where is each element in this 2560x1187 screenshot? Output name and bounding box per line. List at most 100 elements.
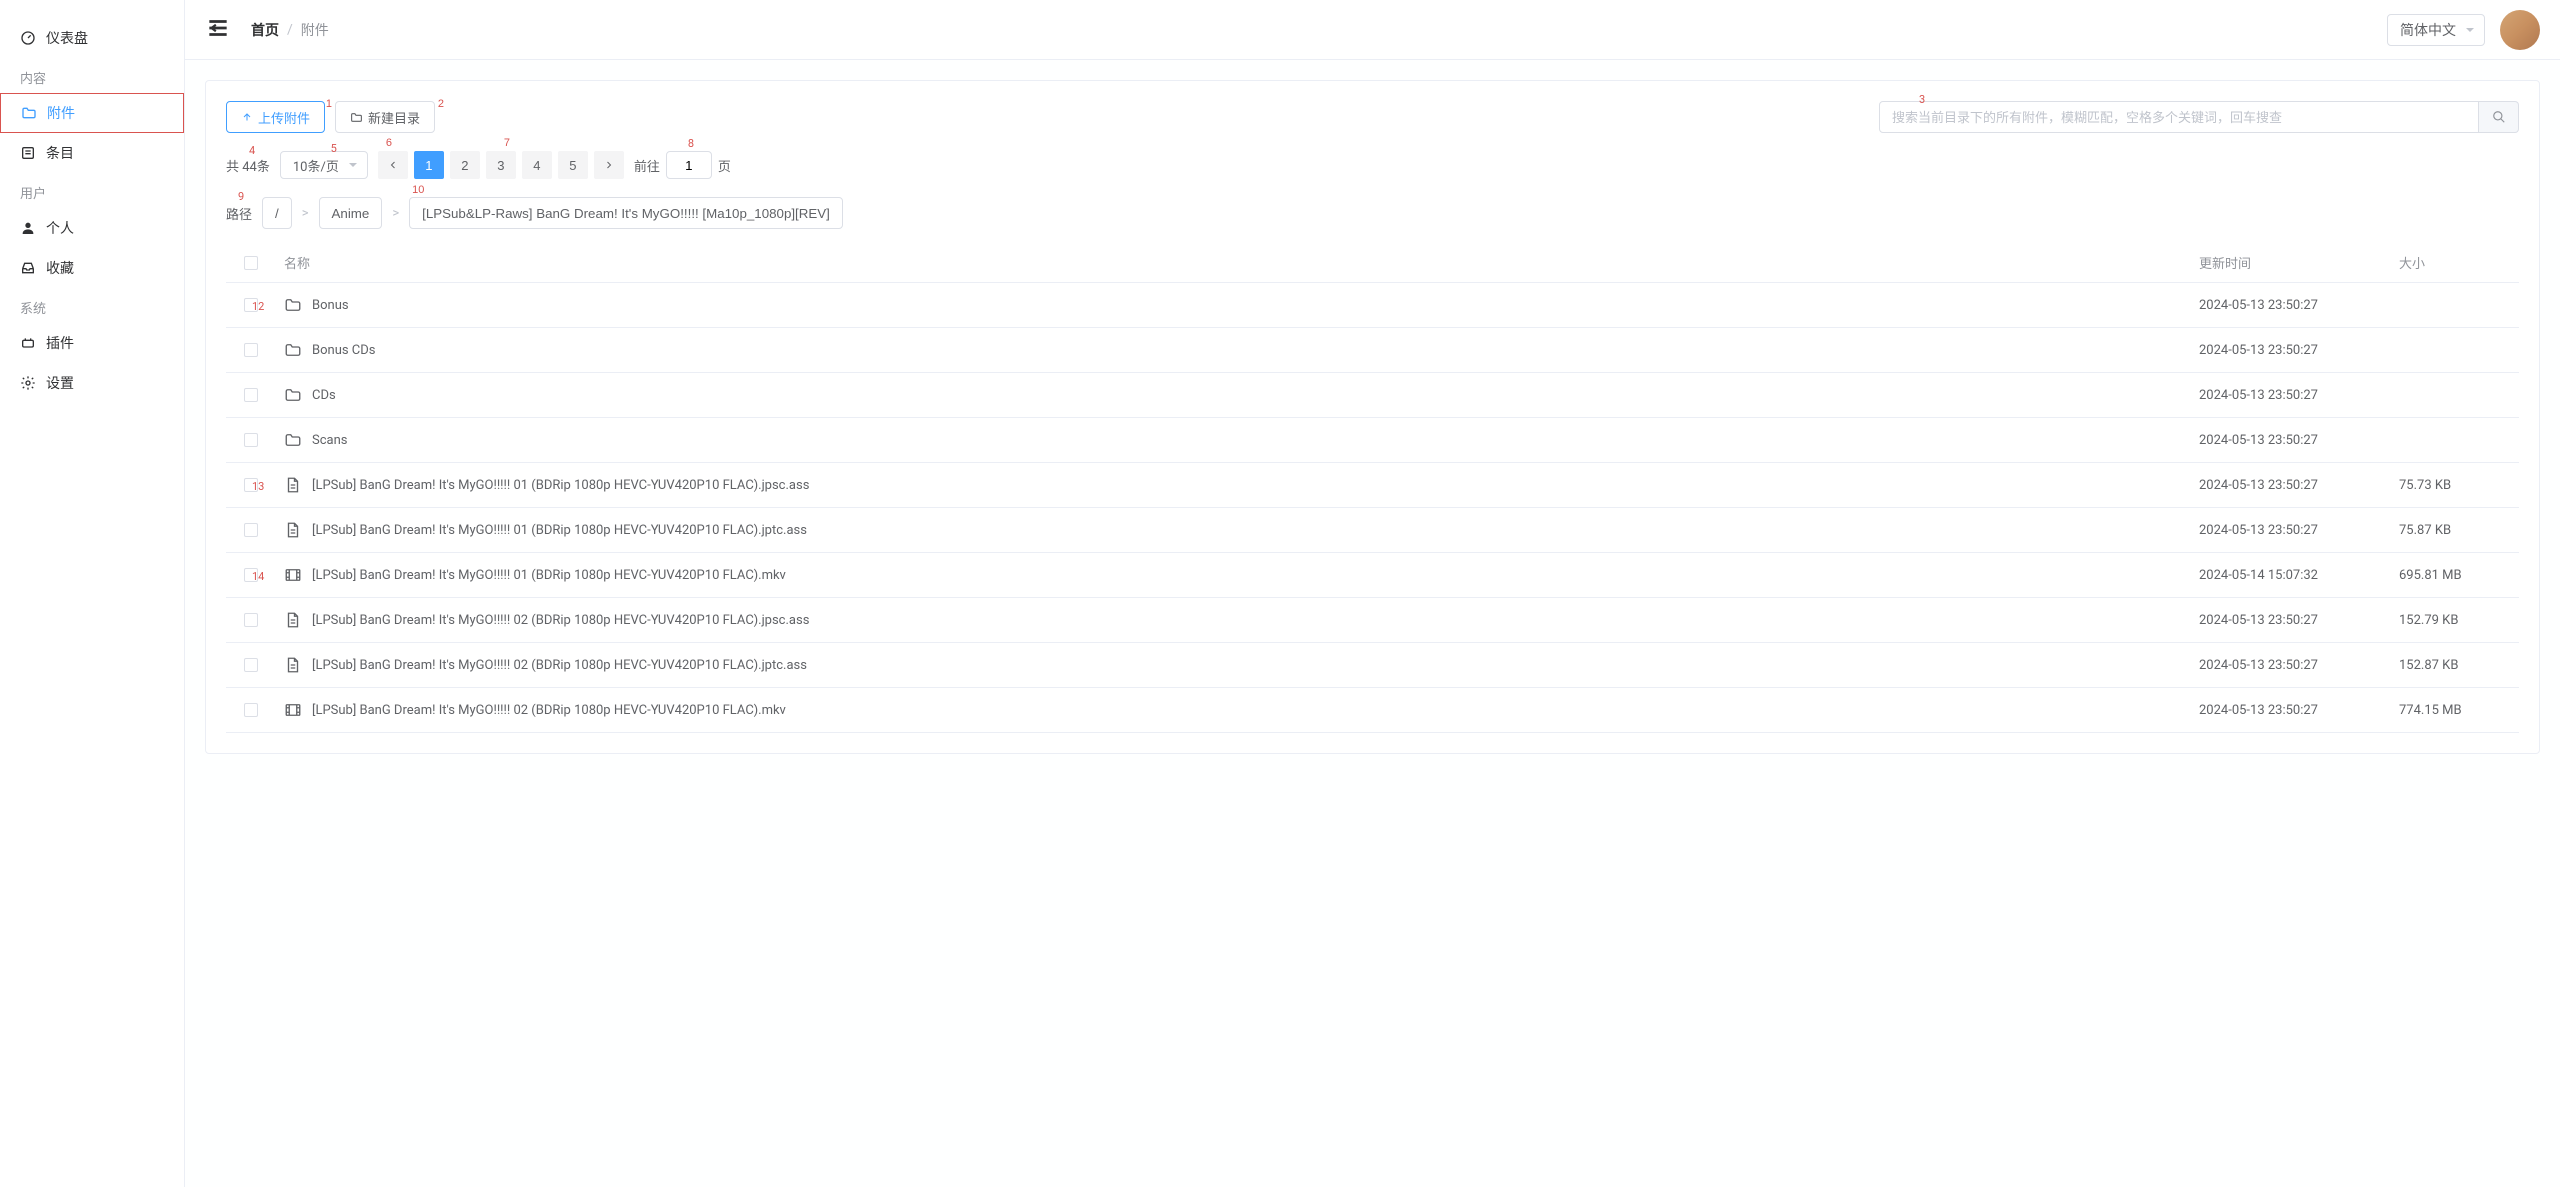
upload-button[interactable]: 上传附件 1 xyxy=(226,101,325,133)
search-input[interactable] xyxy=(1879,101,2479,133)
path-label: 路径 9 xyxy=(226,204,252,223)
table-body: 12 Bonus 2024-05-13 23:50:27 Bonus CDs 2… xyxy=(226,283,2519,733)
row-checkbox[interactable] xyxy=(244,433,258,447)
file-name: Bonus xyxy=(312,298,349,313)
file-updated: 2024-05-13 23:50:27 xyxy=(2199,478,2399,493)
annotation-5: 5 xyxy=(331,142,337,155)
file-size: 152.87 KB xyxy=(2399,658,2519,673)
sidebar-item-attachments[interactable]: 附件 xyxy=(0,93,184,133)
folder-icon xyxy=(21,105,37,121)
sidebar-item-favorites[interactable]: 收藏 xyxy=(0,248,184,288)
table-row[interactable]: [LPSub] BanG Dream! It's MyGO!!!!! 01 (B… xyxy=(226,508,2519,553)
file-name: [LPSub] BanG Dream! It's MyGO!!!!! 02 (B… xyxy=(312,613,809,628)
file-name: CDs xyxy=(312,388,336,403)
content-wrapper: 上传附件 1 新建目录 2 3 共 xyxy=(185,60,2560,1187)
user-icon xyxy=(20,220,36,236)
crumb-current[interactable]: [LPSub&LP-Raws] BanG Dream! It's MyGO!!!… xyxy=(409,197,843,229)
plugin-icon xyxy=(20,335,36,351)
folder-plus-icon xyxy=(350,111,363,124)
pager-page-4[interactable]: 4 xyxy=(522,151,552,179)
collapse-toggle[interactable] xyxy=(205,15,231,45)
pager-prev[interactable]: 6 xyxy=(378,151,408,179)
file-name: [LPSub] BanG Dream! It's MyGO!!!!! 01 (B… xyxy=(312,568,786,583)
row-checkbox[interactable] xyxy=(244,388,258,402)
gear-icon xyxy=(20,375,36,391)
pager-page-3[interactable]: 37 xyxy=(486,151,516,179)
table-row[interactable]: Bonus CDs 2024-05-13 23:50:27 xyxy=(226,328,2519,373)
file-name: [LPSub] BanG Dream! It's MyGO!!!!! 01 (B… xyxy=(312,478,809,493)
chevron-right-icon xyxy=(603,159,615,171)
file-table: 名称 更新时间 大小 12 Bonus 2024-05-13 23:50:27 … xyxy=(226,243,2519,733)
table-row[interactable]: CDs 2024-05-13 23:50:27 xyxy=(226,373,2519,418)
table-row[interactable]: Scans 2024-05-13 23:50:27 xyxy=(226,418,2519,463)
file-name: Bonus CDs xyxy=(312,343,376,358)
chevron-left-icon xyxy=(387,159,399,171)
file-size: 774.15 MB xyxy=(2399,703,2519,718)
crumb-root[interactable]: / xyxy=(262,197,292,229)
sidebar-group-content: 内容 xyxy=(0,58,184,93)
pager-page-5[interactable]: 5 xyxy=(558,151,588,179)
select-all-checkbox[interactable] xyxy=(244,256,258,270)
annotation-10: 10 xyxy=(412,184,424,196)
breadcrumb-top: 首页 / 附件 xyxy=(251,20,329,40)
annotation-6: 6 xyxy=(386,137,392,149)
hamburger-collapse-icon xyxy=(205,15,231,41)
header: 首页 / 附件 简体中文 xyxy=(185,0,2560,60)
row-checkbox[interactable] xyxy=(244,568,258,582)
goto: 前往 8 页 xyxy=(634,151,731,179)
upload-icon xyxy=(241,111,253,123)
goto-suffix: 页 xyxy=(718,156,731,175)
row-checkbox[interactable] xyxy=(244,613,258,627)
col-size-header[interactable]: 大小 xyxy=(2399,253,2519,272)
file-size: 75.87 KB xyxy=(2399,523,2519,538)
table-row[interactable]: 14 [LPSub] BanG Dream! It's MyGO!!!!! 01… xyxy=(226,553,2519,598)
language-select[interactable]: 简体中文 xyxy=(2387,14,2485,46)
table-row[interactable]: 12 Bonus 2024-05-13 23:50:27 xyxy=(226,283,2519,328)
table-row[interactable]: [LPSub] BanG Dream! It's MyGO!!!!! 02 (B… xyxy=(226,643,2519,688)
goto-input[interactable] xyxy=(666,151,712,179)
crumb-anime[interactable]: Anime xyxy=(319,197,383,229)
pager-next[interactable] xyxy=(594,151,624,179)
sidebar-label: 设置 xyxy=(46,373,74,393)
sidebar-item-entries[interactable]: 条目 xyxy=(0,133,184,173)
sidebar-item-plugins[interactable]: 插件 xyxy=(0,323,184,363)
dashboard-icon xyxy=(20,30,36,46)
sidebar-item-dashboard[interactable]: 仪表盘 xyxy=(0,18,184,58)
row-checkbox[interactable] xyxy=(244,478,258,492)
file-name: [LPSub] BanG Dream! It's MyGO!!!!! 02 (B… xyxy=(312,703,786,718)
file-updated: 2024-05-13 23:50:27 xyxy=(2199,703,2399,718)
folder-icon xyxy=(284,431,302,449)
page-size-select[interactable]: 10条/页 5 xyxy=(280,151,368,179)
row-checkbox[interactable] xyxy=(244,343,258,357)
mkdir-button[interactable]: 新建目录 2 xyxy=(335,101,435,133)
avatar[interactable] xyxy=(2500,10,2540,50)
breadcrumb-home[interactable]: 首页 xyxy=(251,20,279,40)
table-row[interactable]: 13 [LPSub] BanG Dream! It's MyGO!!!!! 01… xyxy=(226,463,2519,508)
file-updated: 2024-05-13 23:50:27 xyxy=(2199,523,2399,538)
col-name-header[interactable]: 名称 xyxy=(276,253,2199,272)
mkdir-label: 新建目录 xyxy=(368,108,420,127)
row-checkbox[interactable] xyxy=(244,703,258,717)
sidebar-item-settings[interactable]: 设置 xyxy=(0,363,184,403)
folder-icon xyxy=(284,296,302,314)
table-row[interactable]: [LPSub] BanG Dream! It's MyGO!!!!! 02 (B… xyxy=(226,598,2519,643)
sidebar-label: 附件 xyxy=(47,103,75,123)
pager-page-1[interactable]: 1 xyxy=(414,151,444,179)
annotation-8: 8 xyxy=(688,137,694,150)
col-updated-header[interactable]: 更新时间 xyxy=(2199,253,2399,272)
file-name: Scans xyxy=(312,433,347,448)
file-icon xyxy=(284,611,302,629)
file-updated: 2024-05-13 23:50:27 xyxy=(2199,343,2399,358)
row-checkbox[interactable] xyxy=(244,523,258,537)
row-checkbox[interactable] xyxy=(244,658,258,672)
sidebar-label: 插件 xyxy=(46,333,74,353)
pager: 6 1 2 37 4 5 xyxy=(378,151,624,179)
table-row[interactable]: [LPSub] BanG Dream! It's MyGO!!!!! 02 (B… xyxy=(226,688,2519,733)
pagination: 共 44条 4 10条/页 5 6 1 2 37 4 5 xyxy=(226,151,2519,179)
search-button[interactable] xyxy=(2479,101,2519,133)
video-icon xyxy=(284,701,302,719)
sidebar-item-profile[interactable]: 个人 xyxy=(0,208,184,248)
pager-page-2[interactable]: 2 xyxy=(450,151,480,179)
row-checkbox[interactable] xyxy=(244,298,258,312)
video-icon xyxy=(284,566,302,584)
